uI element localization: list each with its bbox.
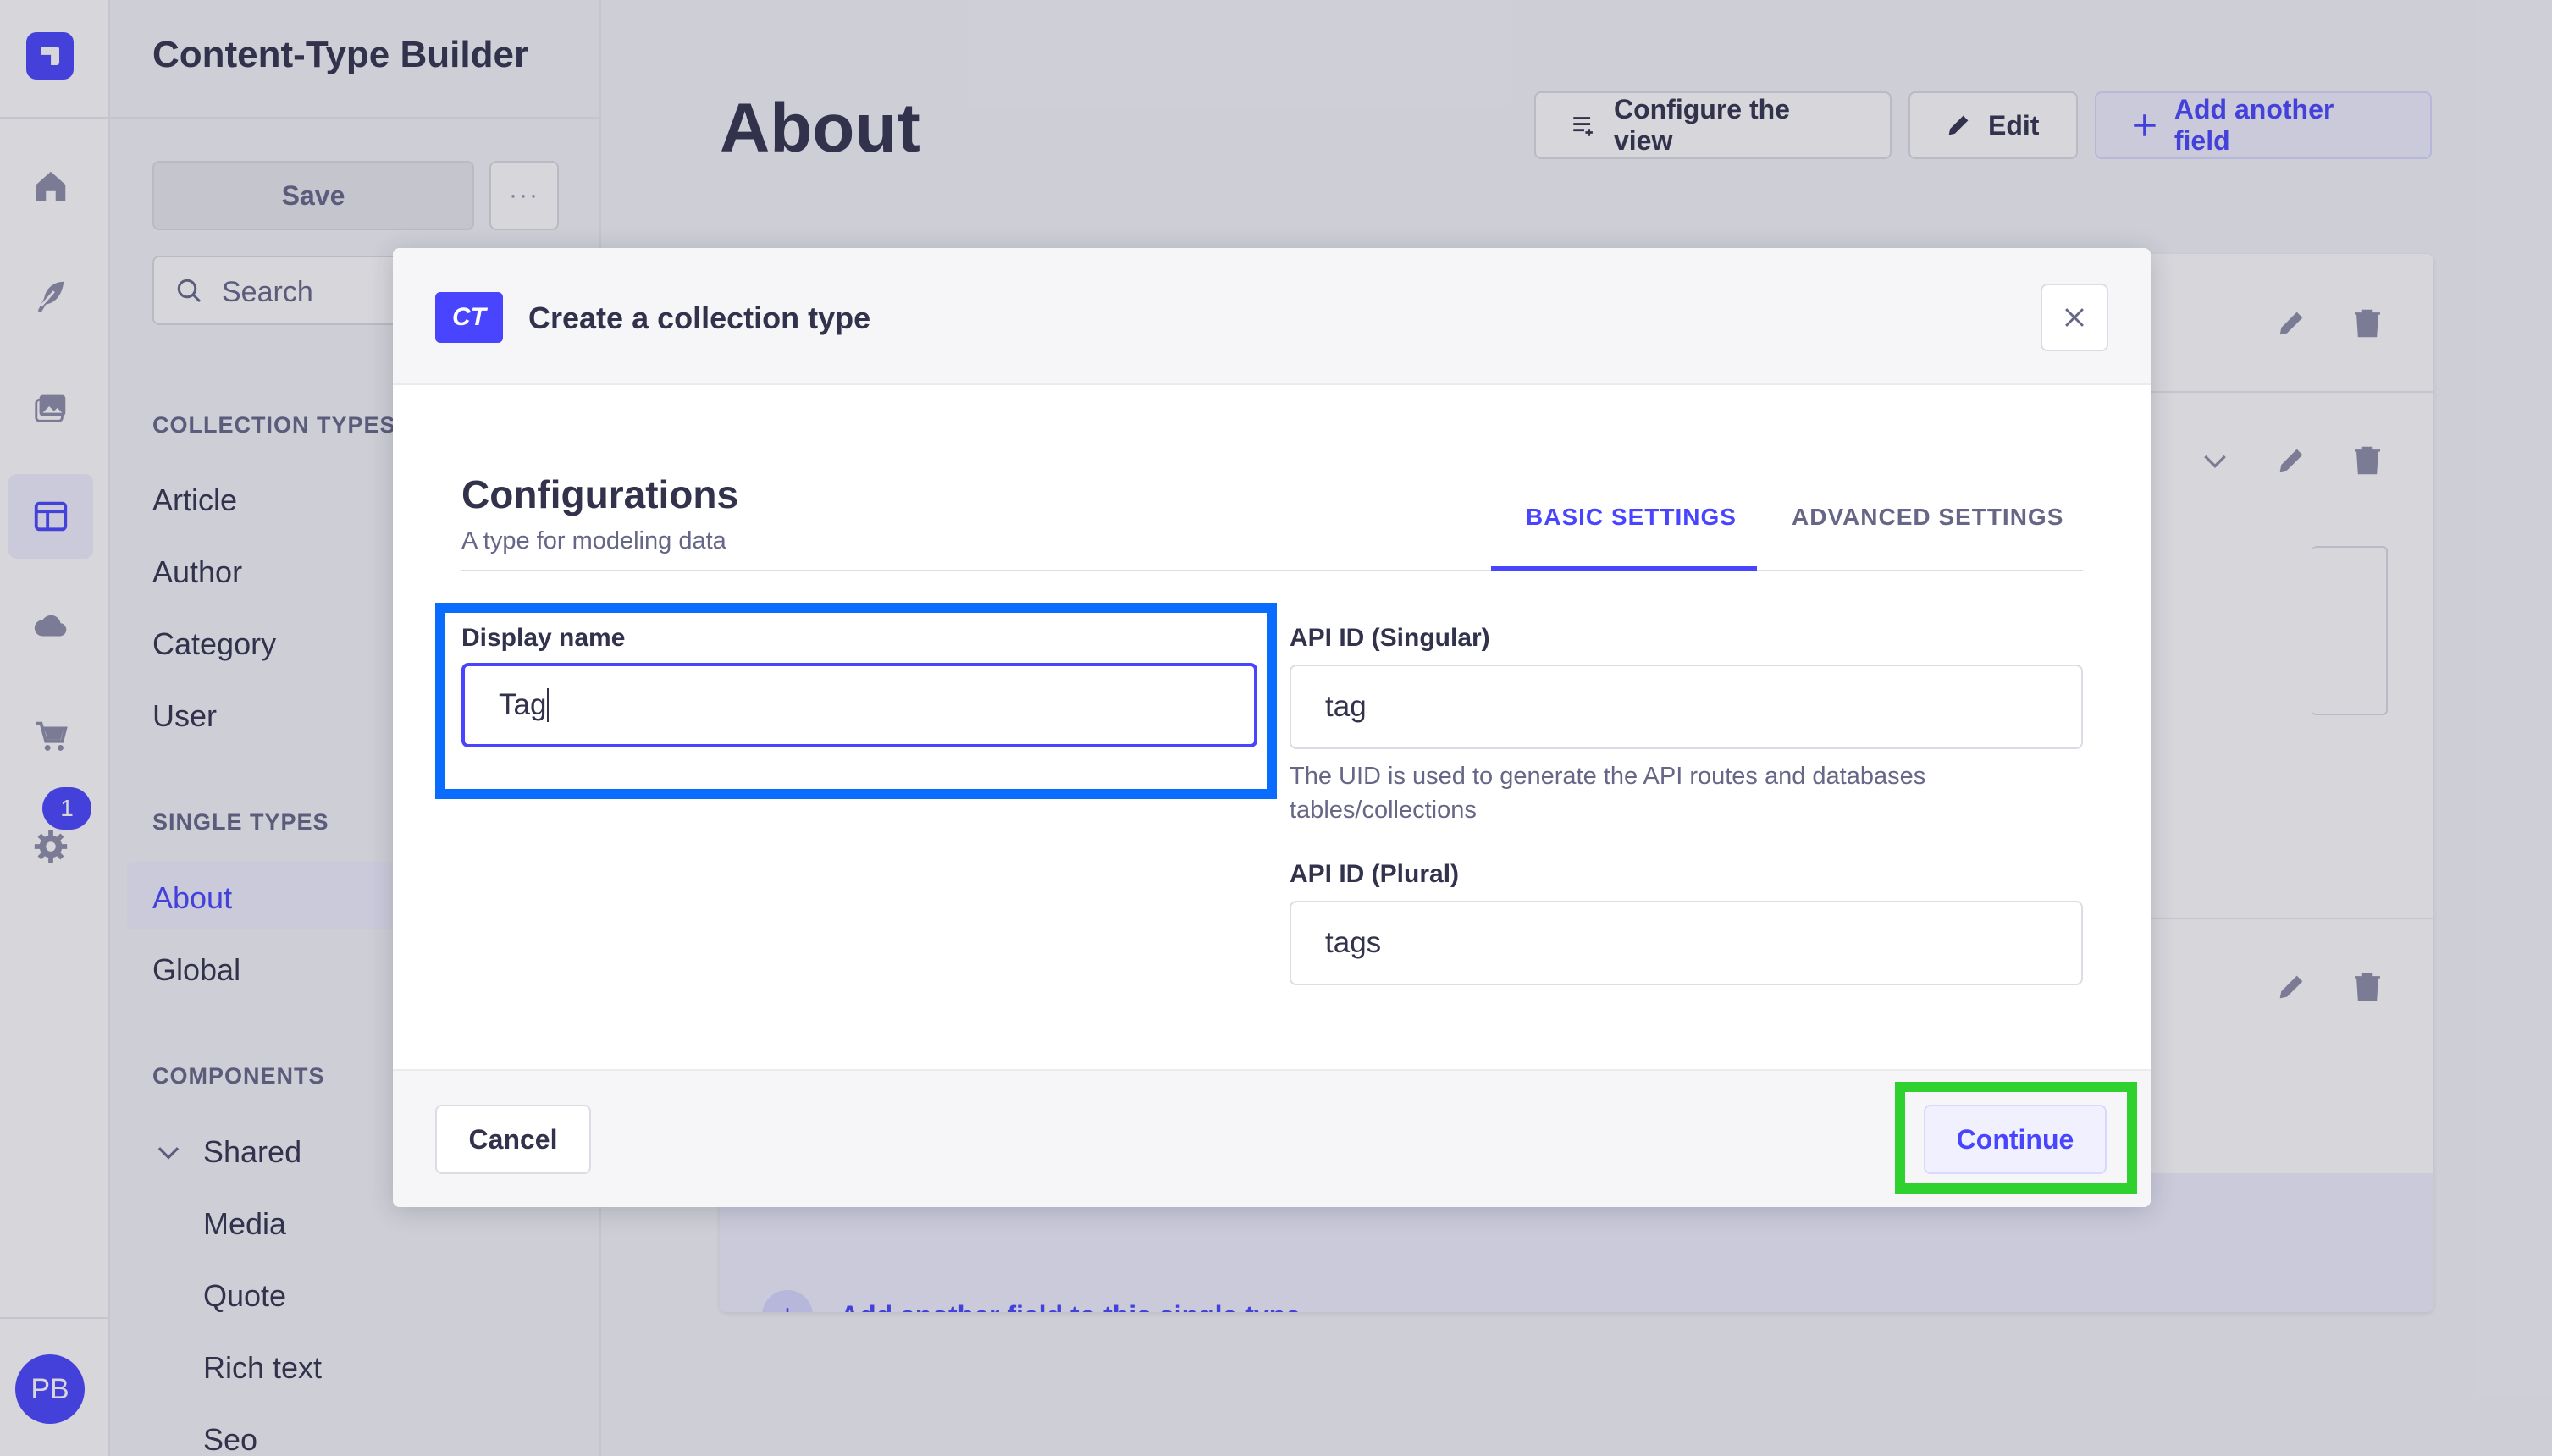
api-id-singular-label: API ID (Singular) (1290, 624, 1490, 652)
api-id-singular-value: tag (1325, 690, 1367, 723)
collection-type-badge: CT (435, 292, 503, 343)
api-id-hint: The UID is used to generate the API rout… (1290, 763, 1926, 824)
api-id-plural-value: tags (1325, 926, 1382, 959)
active-tab-indicator (1491, 566, 1757, 571)
modal-footer: Cancel Continue (393, 1069, 2151, 1207)
tabs-divider (461, 570, 2083, 571)
api-id-singular-field[interactable]: tag (1290, 665, 2083, 749)
cancel-button[interactable]: Cancel (435, 1105, 591, 1174)
modal-header: CT Create a collection type (393, 248, 2151, 385)
close-icon (2065, 308, 2084, 327)
api-id-plural-field[interactable]: tags (1290, 901, 2083, 985)
tab-advanced-settings[interactable]: ADVANCED SETTINGS (1792, 504, 2063, 531)
tab-basic-settings[interactable]: BASIC SETTINGS (1526, 504, 1737, 531)
modal-title: Create a collection type (528, 301, 871, 335)
section-title: Configurations (461, 472, 739, 516)
api-id-plural-label: API ID (Plural) (1290, 860, 1460, 888)
close-button[interactable] (2041, 284, 2108, 351)
display-name-highlight (435, 603, 1277, 799)
continue-highlight (1895, 1082, 2137, 1194)
section-subtitle: A type for modeling data (461, 527, 726, 554)
